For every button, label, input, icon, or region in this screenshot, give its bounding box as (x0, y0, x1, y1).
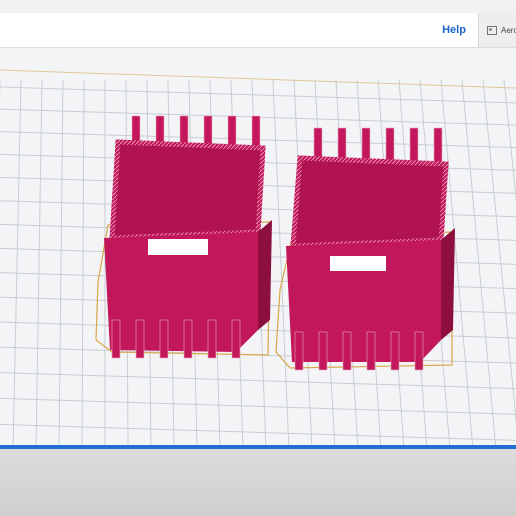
model-1-top-face (112, 142, 263, 238)
model-1-bottom-fin (183, 319, 193, 359)
model-2-bottom-fin (342, 331, 352, 371)
model-2-bottom-fin (390, 331, 400, 371)
model-1-top-fin (251, 115, 261, 151)
model-1-bottom-fin (231, 319, 241, 359)
aero-app-icon (487, 25, 497, 35)
model-2-side-face (441, 228, 455, 340)
heatsink-model-2[interactable] (275, 127, 455, 371)
model-2-bottom-fin (318, 331, 328, 371)
model-2-bottom-fin (366, 331, 376, 371)
model-2-slot (330, 256, 386, 271)
model-2-top-fin (433, 127, 443, 165)
model-1-bottom-fin (207, 319, 217, 359)
model-2-top-fin (385, 127, 395, 165)
model-2-bottom-fin (414, 331, 424, 371)
help-button[interactable]: Help (432, 13, 476, 47)
model-1-slot (148, 239, 208, 255)
model-2-top-face (293, 158, 446, 246)
model-1-side-face (258, 220, 272, 330)
bottom-panel (0, 449, 516, 516)
model-2-top-fin (409, 127, 419, 165)
model-2-bottom-fin (294, 331, 304, 371)
app-switch-button[interactable]: Aero (478, 13, 516, 47)
build-plate-scene (0, 48, 516, 468)
model-1-bottom-fin (159, 319, 169, 359)
top-strip (0, 0, 516, 13)
model-1-bottom-fin (135, 319, 145, 359)
3d-viewport[interactable] (0, 48, 516, 468)
model-1-bottom-fin (111, 319, 121, 359)
app-button-label: Aero (501, 25, 516, 35)
heatsink-model-1[interactable] (95, 115, 272, 359)
